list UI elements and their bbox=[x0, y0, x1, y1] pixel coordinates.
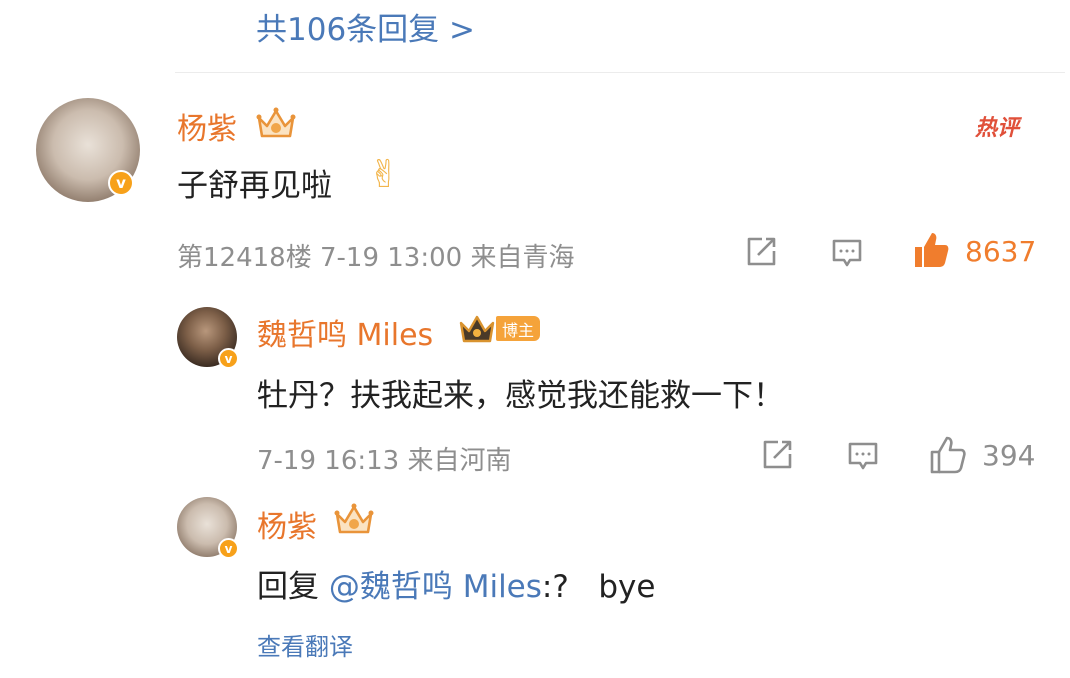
comment-username[interactable]: 杨紫 bbox=[177, 104, 237, 148]
translate-link[interactable]: 查看翻译 bbox=[257, 627, 353, 662]
crown-icon bbox=[253, 106, 299, 142]
comment-text: 子舒再见啦 bbox=[177, 168, 332, 204]
reply-text: 回复 @魏哲鸣 Miles:? bye bbox=[257, 561, 655, 606]
like-count: 394 bbox=[982, 439, 1036, 472]
comment-icon[interactable] bbox=[830, 236, 864, 270]
reply-text: 牡丹？扶我起来，感觉我还能救一下！ bbox=[257, 378, 784, 414]
comment-meta: 第12418楼 7-19 13:00 来自青海 bbox=[177, 243, 575, 273]
like-icon[interactable] bbox=[927, 434, 969, 476]
verified-badge-icon: v bbox=[218, 348, 239, 369]
more-replies-link[interactable]: 共106条回复 > bbox=[256, 4, 475, 49]
blogger-badge: 博主 bbox=[496, 316, 541, 341]
hot-comment-badge: 热评 bbox=[975, 116, 1020, 141]
mention-link[interactable]: @魏哲鸣 Miles bbox=[329, 569, 542, 605]
share-icon[interactable] bbox=[760, 438, 794, 472]
crown-icon bbox=[456, 313, 498, 345]
reply-username[interactable]: 魏哲鸣 Miles bbox=[257, 310, 433, 354]
divider bbox=[175, 72, 1065, 73]
reply-text-suffix: :? bye bbox=[541, 569, 656, 605]
share-icon[interactable] bbox=[744, 235, 778, 269]
like-icon[interactable] bbox=[910, 229, 952, 271]
verified-badge-icon: v bbox=[108, 170, 134, 196]
reply-meta: 7-19 16:13 来自河南 bbox=[257, 446, 512, 476]
reply-prefix: 回复 bbox=[257, 569, 329, 605]
reply-username[interactable]: 杨紫 bbox=[257, 502, 317, 546]
like-count: 8637 bbox=[965, 235, 1037, 268]
comment-icon[interactable] bbox=[846, 439, 880, 473]
victory-emoji-icon: ✌ bbox=[368, 152, 400, 196]
verified-badge-icon: v bbox=[218, 538, 239, 559]
crown-icon bbox=[331, 502, 377, 538]
